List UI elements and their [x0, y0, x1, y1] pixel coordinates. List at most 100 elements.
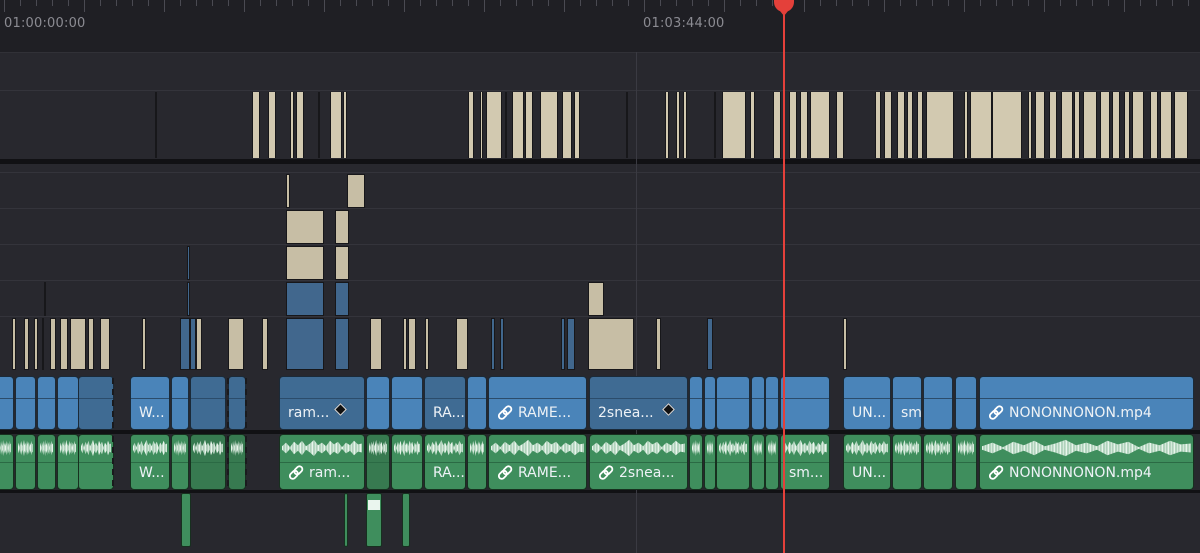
video-clip[interactable] [707, 318, 713, 370]
video-clip[interactable] [403, 318, 407, 370]
title-clip[interactable] [1035, 92, 1045, 158]
video-clip[interactable]: ram... [279, 376, 365, 430]
video-clip[interactable] [50, 318, 56, 370]
title-clip[interactable] [505, 92, 507, 158]
title-clip[interactable] [907, 92, 913, 158]
audio-clip[interactable]: W... [130, 434, 170, 490]
timeline[interactable]: 01:00:00:00 01:03:44:00 W... ram... RA... 🔗… [0, 0, 1200, 553]
title-clip[interactable] [343, 92, 347, 158]
title-clip[interactable] [683, 92, 687, 158]
title-clip[interactable] [992, 92, 1022, 158]
video-clip[interactable] [780, 376, 830, 430]
title-clip[interactable] [800, 92, 808, 158]
video-clip[interactable] [588, 318, 634, 370]
video-clip[interactable] [689, 376, 703, 430]
video-clip[interactable] [366, 376, 390, 430]
title-clip[interactable] [525, 92, 533, 158]
audio-clip[interactable] [78, 434, 114, 490]
video-clip[interactable] [228, 318, 244, 370]
video-clip[interactable] [190, 376, 226, 430]
video-clip[interactable] [286, 318, 324, 370]
title-clip[interactable] [296, 92, 304, 158]
title-clip[interactable] [512, 92, 524, 158]
video-clip[interactable] [88, 318, 94, 370]
video-clip[interactable] [408, 318, 416, 370]
video-clip[interactable] [335, 210, 349, 244]
title-clip[interactable] [1124, 92, 1130, 158]
title-clip[interactable] [1100, 92, 1110, 158]
audio-clip[interactable] [467, 434, 487, 490]
timecode-ruler[interactable]: 01:00:00:00 01:03:44:00 [0, 0, 1200, 53]
video-clip[interactable] [187, 282, 190, 316]
video-clip[interactable] [704, 376, 716, 430]
video-clip[interactable]: sm... [892, 376, 922, 430]
title-clip[interactable] [1174, 92, 1188, 158]
title-clip[interactable] [917, 92, 923, 158]
audio-clip[interactable] [366, 493, 382, 547]
title-clip[interactable] [290, 92, 294, 158]
video-clip[interactable] [391, 376, 423, 430]
video-clip[interactable] [190, 318, 196, 370]
video-clip[interactable] [0, 376, 14, 430]
title-clip[interactable] [318, 92, 320, 158]
title-clip[interactable] [875, 92, 881, 158]
title-clip[interactable] [1074, 92, 1080, 158]
video-clip[interactable] [286, 246, 324, 280]
video-clip[interactable] [12, 318, 16, 370]
video-clip[interactable] [456, 318, 468, 370]
title-clip[interactable] [714, 92, 716, 158]
video-clip[interactable] [142, 318, 146, 370]
title-clip[interactable] [330, 92, 342, 158]
video-clip[interactable] [335, 318, 349, 370]
video-clip[interactable] [42, 318, 44, 370]
title-clip[interactable] [773, 92, 781, 158]
video-clip[interactable] [716, 376, 750, 430]
title-clip[interactable] [836, 92, 844, 158]
video-clip[interactable]: 2snea... [589, 376, 688, 430]
title-clip[interactable] [574, 92, 580, 158]
audio-clip[interactable] [892, 434, 922, 490]
video-clip[interactable] [171, 376, 189, 430]
title-clip[interactable] [1150, 92, 1158, 158]
audio-clip[interactable] [751, 434, 765, 490]
title-clip[interactable] [789, 92, 797, 158]
audio-clip[interactable] [0, 434, 14, 490]
title-clip[interactable] [540, 92, 558, 158]
video-clip[interactable] [180, 318, 190, 370]
video-clip[interactable] [561, 318, 565, 370]
title-clip[interactable] [926, 92, 954, 158]
title-clip[interactable] [810, 92, 830, 158]
video-clip[interactable] [34, 318, 38, 370]
title-clip[interactable] [964, 92, 968, 158]
title-clip[interactable] [1083, 92, 1097, 158]
title-clip[interactable] [1049, 92, 1057, 158]
video-clip[interactable] [370, 318, 382, 370]
video-clip[interactable] [57, 376, 79, 430]
title-clip[interactable] [468, 92, 474, 158]
video-clip[interactable] [262, 318, 268, 370]
video-clip[interactable] [347, 174, 365, 208]
video-clip[interactable] [196, 318, 202, 370]
title-clip[interactable] [676, 92, 680, 158]
audio-clip[interactable] [391, 434, 423, 490]
video-clip[interactable] [567, 318, 575, 370]
video-clip[interactable] [425, 318, 429, 370]
video-clip[interactable]: 🔗 RAME... [488, 376, 587, 430]
title-clip[interactable] [1160, 92, 1172, 158]
video-clip[interactable]: 🔗 NONONNONON.mp4 [979, 376, 1194, 430]
video-clip[interactable] [656, 318, 661, 370]
audio-clip[interactable] [190, 434, 226, 490]
audio-clip[interactable]: 🔗 RAME... [488, 434, 587, 490]
title-clip[interactable] [1028, 92, 1032, 158]
video-clip[interactable] [923, 376, 953, 430]
title-clip[interactable] [970, 92, 992, 158]
title-clip[interactable] [665, 92, 669, 158]
video-clip[interactable] [588, 282, 604, 316]
video-clip[interactable] [78, 376, 114, 430]
title-clip[interactable] [722, 92, 746, 158]
video-clip[interactable] [286, 210, 324, 244]
title-clip[interactable] [1132, 92, 1144, 158]
video-clip[interactable] [335, 246, 349, 280]
video-clip[interactable] [335, 282, 349, 316]
video-clip[interactable] [70, 318, 86, 370]
